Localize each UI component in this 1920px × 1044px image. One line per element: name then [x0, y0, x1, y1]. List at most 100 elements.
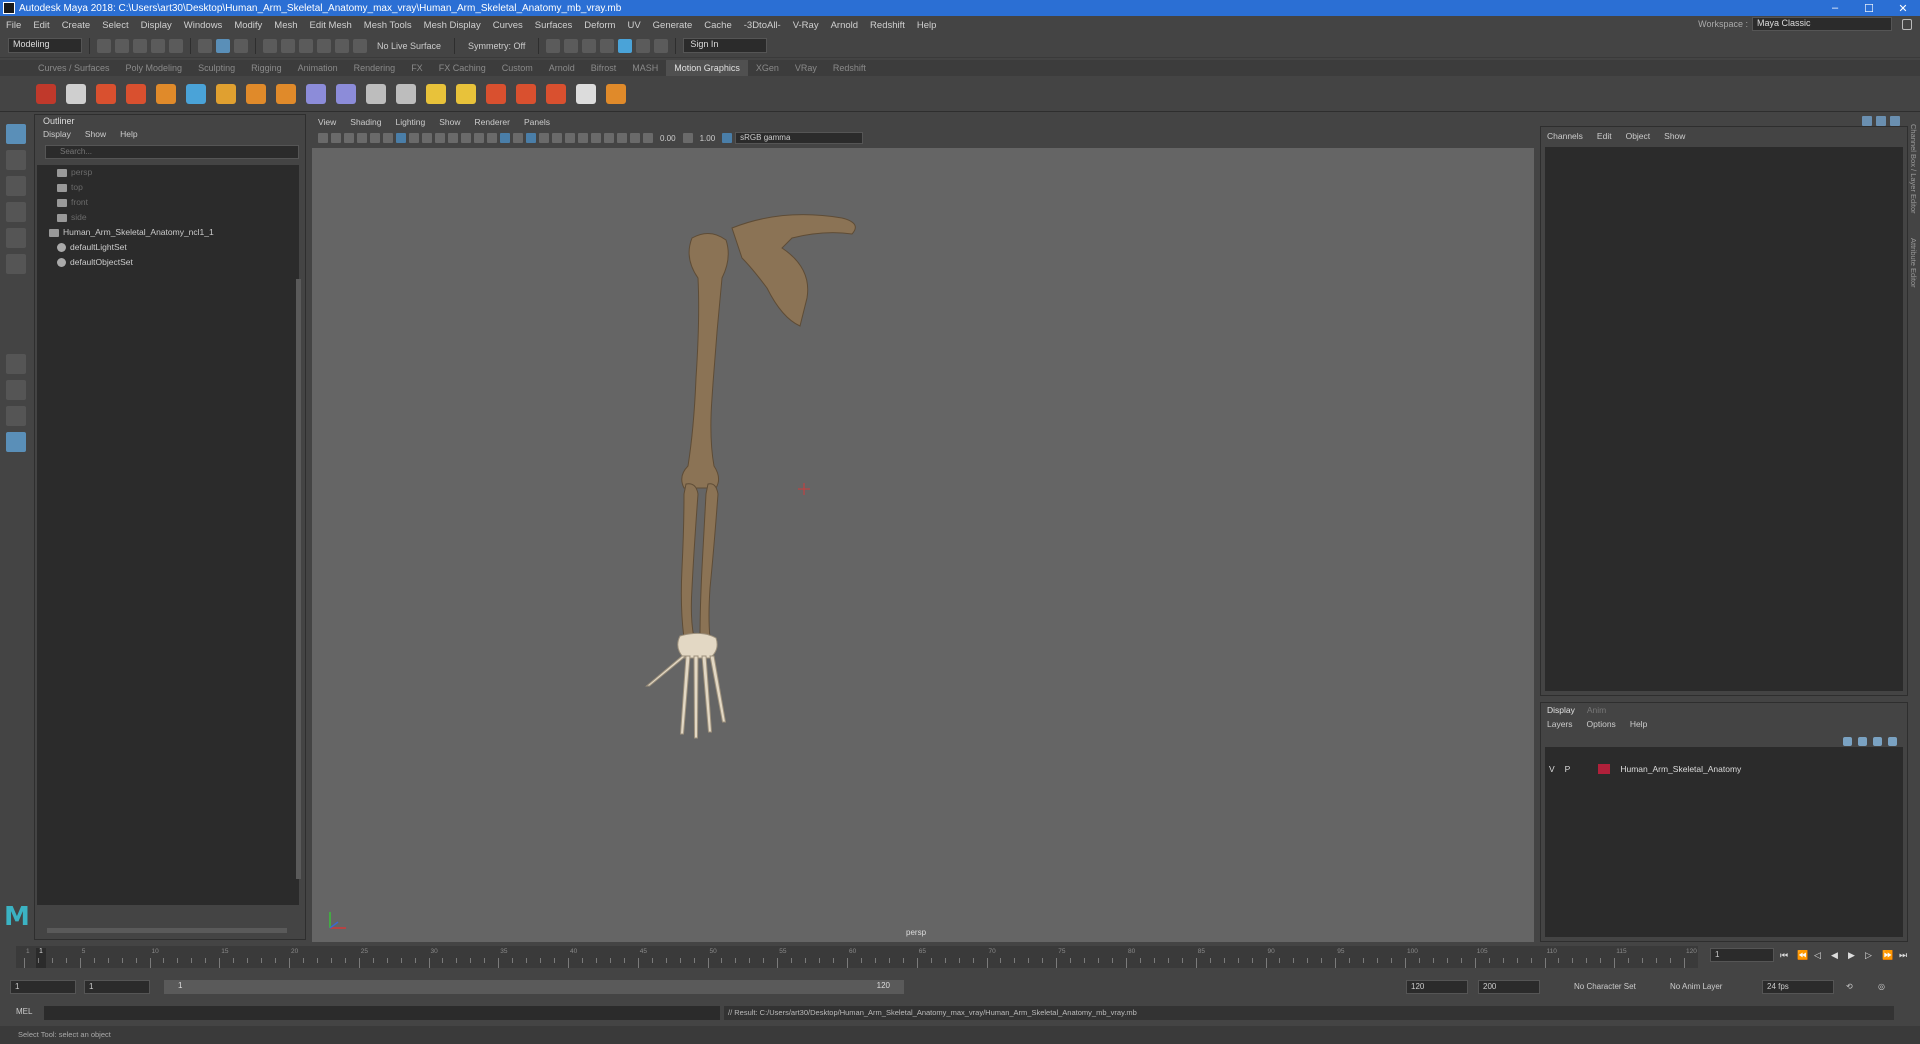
command-input[interactable]: [44, 1006, 720, 1020]
playback-start-field[interactable]: 1: [84, 980, 150, 994]
layer-color-swatch[interactable]: [1598, 764, 1611, 774]
layer-visibility-toggle[interactable]: V: [1549, 764, 1555, 774]
xray-joints-icon[interactable]: [630, 133, 640, 143]
view-transform-dropdown[interactable]: sRGB gamma: [735, 132, 864, 144]
outliner-item[interactable]: side: [37, 210, 299, 225]
grease-pencil-icon[interactable]: [383, 133, 393, 143]
shelf-tab-mash[interactable]: MASH: [624, 63, 666, 73]
sun-icon[interactable]: [456, 83, 476, 104]
paint-select-icon[interactable]: [6, 176, 26, 196]
menu-mesh-tools[interactable]: Mesh Tools: [358, 20, 418, 31]
minimize-button[interactable]: –: [1818, 2, 1852, 14]
menu-mesh-display[interactable]: Mesh Display: [418, 20, 487, 31]
snap-grid-icon[interactable]: [263, 38, 277, 53]
shelf-tab-bifrost[interactable]: Bifrost: [583, 63, 625, 73]
maximize-button[interactable]: ☐: [1852, 2, 1886, 15]
select-object-icon[interactable]: [216, 38, 230, 53]
shirt-icon[interactable]: [516, 83, 536, 104]
channels-menu[interactable]: Channels: [1547, 131, 1583, 141]
undo-icon[interactable]: [151, 38, 165, 53]
edit-menu[interactable]: Edit: [1597, 131, 1612, 141]
shelf-tab-fx-caching[interactable]: FX Caching: [431, 63, 494, 73]
hypershade-icon[interactable]: [618, 38, 633, 53]
snap-view-icon[interactable]: [317, 38, 331, 53]
play-backwards-icon[interactable]: ◀: [1831, 950, 1841, 960]
ipr-render-icon[interactable]: [582, 38, 597, 53]
new-empty-layer-icon[interactable]: [1873, 737, 1882, 746]
close-button[interactable]: ✕: [1886, 2, 1920, 15]
shelf-tab-poly-modeling[interactable]: Poly Modeling: [118, 63, 191, 73]
two-view-layout-icon[interactable]: [6, 406, 26, 426]
layer-row[interactable]: V P Human_Arm_Skeletal_Anatomy: [1549, 761, 1899, 777]
shelf-tab-motion-graphics[interactable]: Motion Graphics: [666, 60, 748, 76]
menu-cache[interactable]: Cache: [698, 20, 737, 31]
exposure-icon[interactable]: [643, 133, 653, 143]
redo-icon[interactable]: [169, 38, 183, 53]
viewport-menu-panels[interactable]: Panels: [524, 117, 550, 127]
menu-set-dropdown[interactable]: Modeling: [8, 38, 82, 53]
move-layer-down-icon[interactable]: [1858, 737, 1867, 746]
render-history-icon[interactable]: [546, 38, 561, 53]
go-to-start-icon[interactable]: ⏮: [1780, 950, 1790, 960]
shelf-tab-xgen[interactable]: XGen: [748, 63, 787, 73]
menu-v-ray[interactable]: V-Ray: [787, 20, 825, 31]
options-menu[interactable]: Options: [1587, 717, 1616, 731]
grid-icon[interactable]: [396, 133, 406, 143]
menu-file[interactable]: File: [0, 20, 27, 31]
move-layer-up-icon[interactable]: [1843, 737, 1852, 746]
shelf-tab-sculpting[interactable]: Sculpting: [190, 63, 243, 73]
safe-title-icon[interactable]: [474, 133, 484, 143]
layer-name[interactable]: Human_Arm_Skeletal_Anatomy: [1620, 764, 1741, 774]
viewport-menu-show[interactable]: Show: [439, 117, 460, 127]
outliner-vertical-scrollbar[interactable]: [296, 279, 301, 879]
image-plane-icon[interactable]: [357, 133, 367, 143]
viewport-menu-renderer[interactable]: Renderer: [475, 117, 510, 127]
box-icon[interactable]: [276, 83, 296, 104]
select-hierarchy-icon[interactable]: [198, 38, 212, 53]
menu-modify[interactable]: Modify: [228, 20, 268, 31]
menu-redshift[interactable]: Redshift: [864, 20, 911, 31]
shelf-tab-fx[interactable]: FX: [403, 63, 431, 73]
shelf-tab-custom[interactable]: Custom: [494, 63, 541, 73]
menu-create[interactable]: Create: [56, 20, 97, 31]
viewport-menu-shading[interactable]: Shading: [350, 117, 381, 127]
character-set-dropdown[interactable]: No Character Set: [1574, 980, 1636, 994]
scale-tool-icon[interactable]: [6, 254, 26, 274]
film-gate-icon[interactable]: [409, 133, 419, 143]
step-forward-frame-icon[interactable]: ▷: [1865, 950, 1875, 960]
rotate-tool-icon[interactable]: [6, 228, 26, 248]
show-menu[interactable]: Show: [1664, 131, 1685, 141]
current-frame-field[interactable]: 1: [1710, 948, 1774, 962]
list-icon[interactable]: [66, 83, 86, 104]
outliner-item[interactable]: persp: [37, 165, 299, 180]
safe-action-icon[interactable]: [461, 133, 471, 143]
snap-vertex-icon[interactable]: [353, 38, 367, 53]
antialiasing-icon[interactable]: [591, 133, 601, 143]
xray-icon[interactable]: [617, 133, 627, 143]
shelf-tab-animation[interactable]: Animation: [290, 63, 346, 73]
field-chart-icon[interactable]: [448, 133, 458, 143]
move-icon[interactable]: [606, 83, 626, 104]
range-slider-bar[interactable]: 1 120: [164, 980, 904, 994]
3d-viewport[interactable]: persp: [312, 148, 1534, 942]
type-icon[interactable]: [216, 83, 236, 104]
outliner-item[interactable]: top: [37, 180, 299, 195]
tool-settings-icon[interactable]: [1890, 116, 1900, 126]
lattice-icon[interactable]: [366, 83, 386, 104]
select-component-icon[interactable]: [234, 38, 248, 53]
shelf-tab-vray[interactable]: VRay: [787, 63, 825, 73]
lock-icon[interactable]: [1902, 19, 1912, 30]
save-scene-icon[interactable]: [133, 38, 147, 53]
shadows-icon[interactable]: [552, 133, 562, 143]
workspace-selector[interactable]: Workspace : Maya Classic: [1698, 17, 1892, 31]
new-scene-icon[interactable]: [97, 38, 111, 53]
loop-icon[interactable]: ⟲: [1846, 980, 1853, 994]
outliner-menu-display[interactable]: Display: [43, 128, 71, 141]
gamma-field[interactable]: 1.00: [696, 134, 720, 143]
menu-edit[interactable]: Edit: [27, 20, 55, 31]
go-to-end-icon[interactable]: ⏭: [1899, 950, 1909, 960]
exposure-field[interactable]: 0.00: [656, 134, 680, 143]
wireframe-icon[interactable]: [487, 133, 497, 143]
animation-end-field[interactable]: 200: [1478, 980, 1540, 994]
render-view-icon[interactable]: [636, 38, 651, 53]
